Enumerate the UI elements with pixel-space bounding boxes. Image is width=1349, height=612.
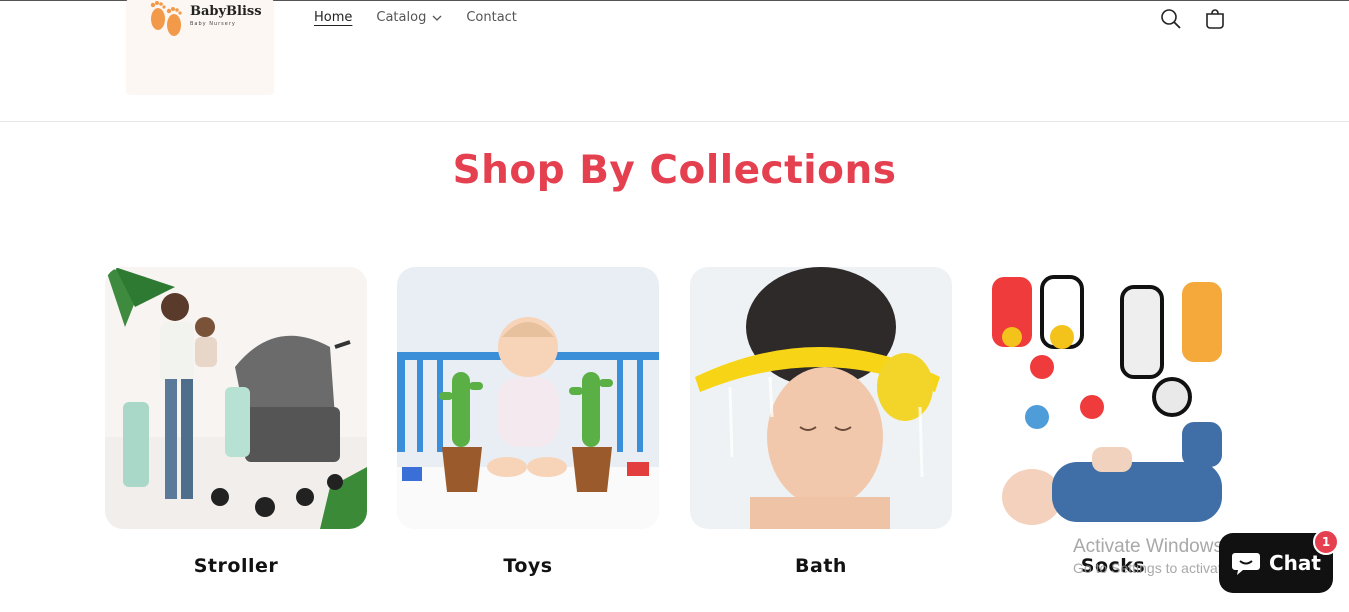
chat-badge: 1: [1313, 529, 1339, 555]
logo[interactable]: BabyBliss Baby Nursery: [126, 0, 274, 95]
nav-catalog[interactable]: Catalog: [376, 10, 442, 25]
chat-bubble-icon: [1232, 553, 1260, 575]
cart-button[interactable]: [1203, 7, 1227, 31]
site-header: BabyBliss Baby Nursery Home Catalog Cont…: [0, 0, 1349, 122]
chevron-down-icon: [432, 15, 442, 21]
brand-tagline: Baby Nursery: [190, 21, 236, 27]
collection-label-toys: Toys: [503, 555, 553, 577]
collection-card-bath[interactable]: Bath: [690, 267, 952, 577]
collection-card-toys[interactable]: Toys: [397, 267, 659, 577]
collection-label-stroller: Stroller: [193, 555, 279, 577]
main-nav: Home Catalog Contact: [314, 10, 541, 25]
nav-catalog-label: Catalog: [376, 10, 427, 25]
cart-icon: [1206, 9, 1224, 29]
search-button[interactable]: [1159, 7, 1183, 31]
nav-contact[interactable]: Contact: [466, 10, 517, 25]
stroller-image: [105, 267, 367, 529]
activate-windows-title: Activate Windows: [1073, 536, 1223, 557]
collection-card-socks[interactable]: Socks: [982, 267, 1244, 577]
brand-name: BabyBliss: [190, 4, 262, 19]
collection-card-stroller[interactable]: Stroller: [105, 267, 367, 577]
section-title: Shop By Collections: [452, 148, 897, 193]
chat-label: Chat: [1269, 551, 1321, 575]
bath-image: [690, 267, 952, 529]
toys-image: [397, 267, 659, 529]
nav-home[interactable]: Home: [314, 10, 352, 25]
socks-image: [982, 267, 1244, 529]
baby-feet-icon: [150, 1, 182, 36]
chat-button[interactable]: Chat 1: [1219, 529, 1339, 593]
collection-label-bath: Bath: [795, 555, 847, 577]
search-icon: [1161, 9, 1181, 29]
